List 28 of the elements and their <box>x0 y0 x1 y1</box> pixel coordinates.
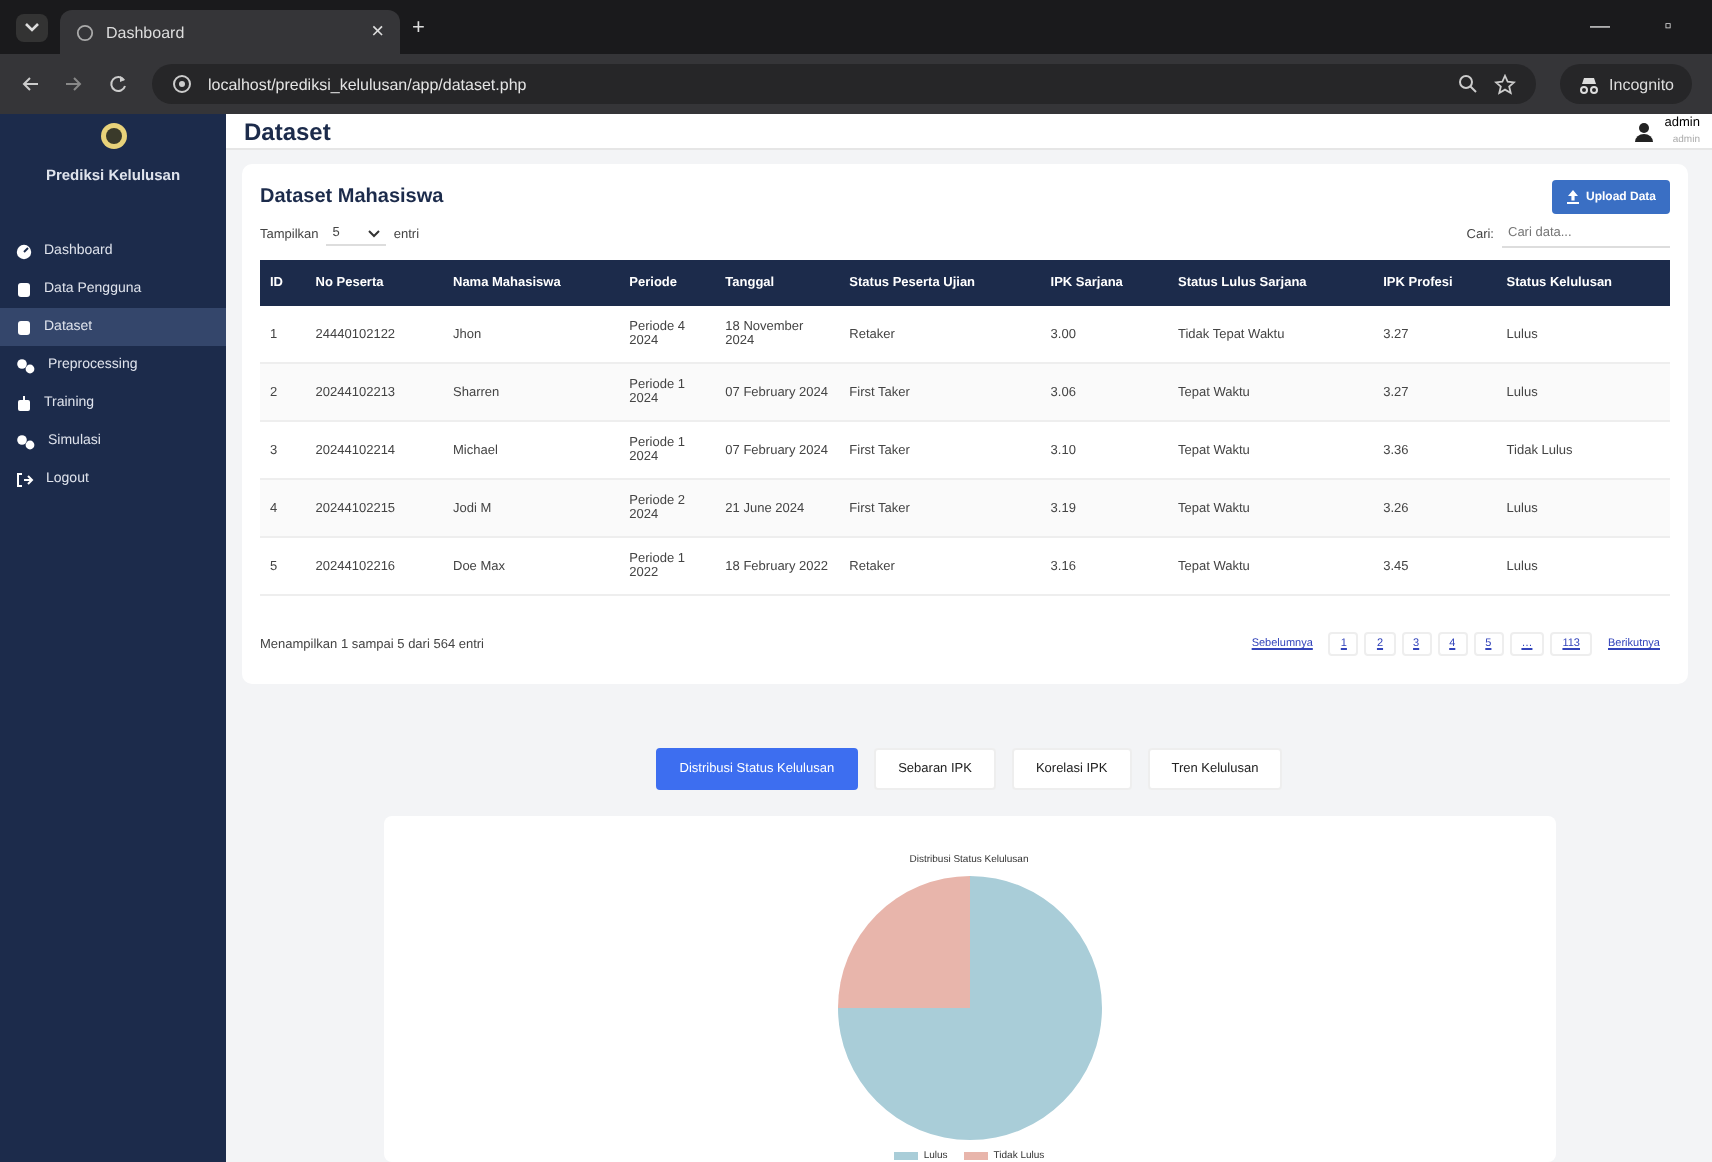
page-title: Dataset <box>244 117 331 145</box>
site-info-icon[interactable] <box>172 74 192 94</box>
database-icon <box>16 319 32 335</box>
globe-icon <box>76 23 94 41</box>
star-icon[interactable] <box>1493 73 1516 95</box>
logo-icon <box>99 122 127 150</box>
back-icon[interactable] <box>20 74 40 94</box>
zoom-icon[interactable] <box>1457 74 1478 94</box>
database-icon <box>16 281 32 297</box>
card-title: Dataset Mahasiswa <box>260 186 446 208</box>
new-tab-button[interactable]: + <box>412 15 425 39</box>
tab-menu-icon[interactable] <box>16 13 48 41</box>
browser-tab[interactable]: Dashboard × <box>60 10 400 54</box>
logout-icon <box>16 471 34 487</box>
tab-close-button[interactable]: × <box>371 20 384 44</box>
gauge-icon <box>16 243 32 259</box>
incognito-button[interactable]: Incognito <box>1559 64 1692 104</box>
window-control[interactable]: ▫ <box>1640 16 1696 38</box>
window-control[interactable]: — <box>1572 16 1628 38</box>
reload-icon[interactable] <box>108 74 128 94</box>
upload-icon <box>1565 190 1580 204</box>
user-icon[interactable] <box>1634 121 1655 141</box>
gears-icon <box>16 433 36 449</box>
robot-icon <box>16 395 32 411</box>
gears-icon <box>16 357 36 373</box>
forward-icon[interactable] <box>64 74 84 94</box>
address-bar[interactable]: localhost/prediksi_kelulusan/app/dataset.php <box>152 64 1536 104</box>
caret-icon <box>367 229 380 237</box>
